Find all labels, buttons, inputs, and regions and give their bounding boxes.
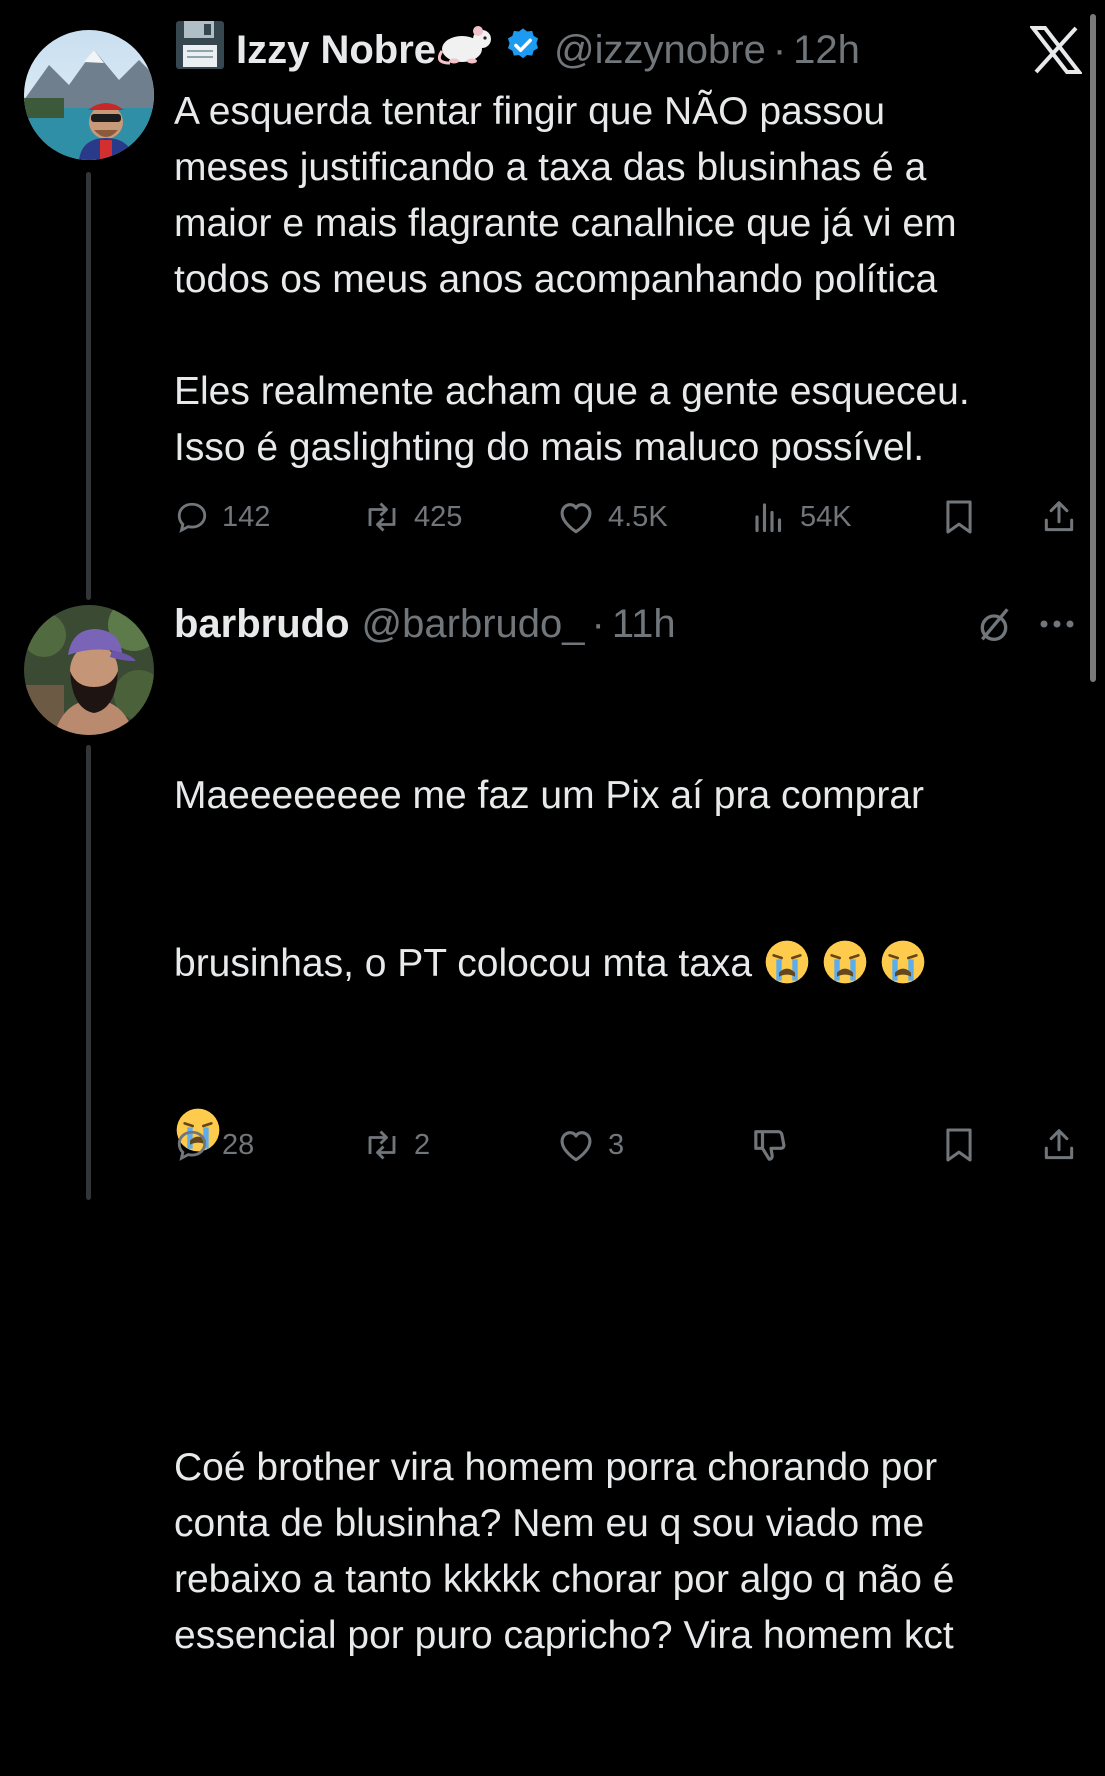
- display-name[interactable]: Izzy Nobre: [236, 28, 436, 73]
- verified-badge-icon[interactable]: [504, 26, 542, 74]
- crying-emoji: [763, 940, 821, 985]
- reply-button[interactable]: 28: [174, 1120, 254, 1170]
- thread-line-top: [86, 172, 91, 600]
- reply-icon: [174, 1127, 210, 1163]
- like-icon: [556, 1127, 596, 1163]
- bookmark-button[interactable]: [940, 492, 978, 542]
- like-count: 4.5K: [608, 500, 668, 533]
- share-button[interactable]: [1040, 492, 1078, 542]
- tweet-actions: 142 425 4.5K 54K: [174, 492, 1081, 542]
- tweet-text-line2: brusinhas, o PT colocou mta taxa: [174, 936, 1081, 992]
- share-button[interactable]: [1040, 1120, 1078, 1170]
- tweet-text-line2-words: brusinhas, o PT colocou mta taxa: [174, 942, 753, 985]
- separator-dot: ·: [772, 27, 787, 72]
- bookmark-icon: [940, 1125, 978, 1165]
- crying-emoji: [821, 940, 879, 985]
- timestamp[interactable]: 11h: [612, 602, 676, 647]
- tweet-text-rest: Coé brother vira homem porra chorando po…: [174, 1446, 955, 1657]
- mouse-icon: [437, 23, 496, 77]
- repost-icon: [362, 499, 402, 535]
- tweet-text: Maeeeeeeee me faz um Pix aí pra comprar …: [174, 656, 1081, 1776]
- timestamp[interactable]: 12h: [793, 28, 860, 73]
- views-button[interactable]: 54K: [750, 492, 852, 542]
- grok-icon[interactable]: [974, 606, 1014, 651]
- avatar-barbrudo[interactable]: [24, 605, 154, 735]
- thread-line-bottom: [86, 745, 91, 1200]
- handle[interactable]: @barbrudo_: [362, 602, 585, 647]
- tweet-barbrudo[interactable]: barbrudo @barbrudo_ · 11h Maeeeeeeee me …: [174, 594, 1081, 1657]
- separator-dot: ·: [591, 601, 605, 646]
- views-count: 54K: [800, 500, 852, 533]
- tweet-text-line1: Maeeeeeeee me faz um Pix aí pra comprar: [174, 774, 925, 817]
- share-icon: [1040, 497, 1078, 537]
- handle[interactable]: @izzynobre: [554, 28, 766, 73]
- repost-button[interactable]: 425: [362, 492, 462, 542]
- tweet-header: Izzy Nobre @izzynobre · 12h: [174, 20, 1081, 80]
- like-count: 3: [608, 1128, 625, 1161]
- reply-count: 28: [222, 1128, 255, 1161]
- like-icon: [556, 499, 596, 535]
- reply-icon: [174, 499, 210, 535]
- repost-count: 2: [414, 1128, 431, 1161]
- display-name[interactable]: barbrudo: [174, 602, 350, 647]
- like-button[interactable]: 3: [556, 1120, 624, 1170]
- floppy-disk-icon: [174, 19, 226, 81]
- dislike-icon: [750, 1125, 790, 1165]
- avatar-izzy[interactable]: [24, 30, 154, 160]
- reply-count: 142: [222, 500, 271, 533]
- more-icon[interactable]: [1036, 612, 1078, 641]
- like-button[interactable]: 4.5K: [556, 492, 668, 542]
- repost-count: 425: [414, 500, 463, 533]
- tweet-text: A esquerda tentar fingir que NÃO passou …: [174, 90, 970, 469]
- share-icon: [1040, 1125, 1078, 1165]
- tweet-actions: 28 2 3: [174, 1120, 1081, 1170]
- repost-button[interactable]: 2: [362, 1120, 430, 1170]
- crying-emoji: [879, 940, 937, 985]
- scrollbar[interactable]: [1090, 14, 1096, 682]
- tweet-izzy[interactable]: Izzy Nobre @izzynobre · 12h A esquerda t…: [174, 20, 1081, 550]
- views-icon: [750, 499, 788, 535]
- bookmark-button[interactable]: [940, 1120, 978, 1170]
- dislike-button[interactable]: [750, 1120, 790, 1170]
- tweet-header: barbrudo @barbrudo_ · 11h: [174, 594, 1081, 654]
- reply-button[interactable]: 142: [174, 492, 270, 542]
- repost-icon: [362, 1127, 402, 1163]
- bookmark-icon: [940, 497, 978, 537]
